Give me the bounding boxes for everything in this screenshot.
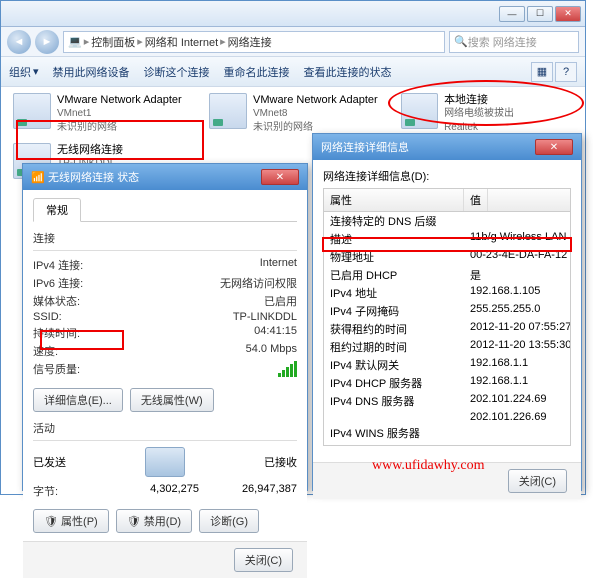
adapter-vmnet8[interactable]: VMware Network Adapter VMnet8 未识别的网络 bbox=[209, 93, 409, 135]
dialog-title-bar: 📶 无线网络连接 状态 ✕ bbox=[23, 164, 307, 190]
crumb-control-panel[interactable]: 控制面板 bbox=[91, 34, 135, 50]
tool-organize[interactable]: 组织 ▾ bbox=[9, 64, 39, 80]
back-button[interactable]: ◄ bbox=[7, 30, 31, 54]
adapter-icon bbox=[401, 93, 438, 129]
dialog-close-button[interactable]: ✕ bbox=[535, 139, 573, 155]
wifi-icon: 📶 bbox=[31, 171, 45, 184]
dialog-close-button[interactable]: ✕ bbox=[261, 169, 299, 185]
network-icon: 💻 bbox=[68, 35, 82, 48]
tool-disable[interactable]: 禁用此网络设备 bbox=[53, 64, 130, 80]
signal-bars bbox=[270, 361, 297, 380]
details-header-label: 网络连接详细信息(D): bbox=[323, 168, 571, 184]
status-close-button[interactable]: 关闭(C) bbox=[234, 548, 293, 572]
table-row: IPv4 DNS 服务器202.101.224.69 bbox=[324, 392, 570, 410]
table-row: 连接特定的 DNS 后缀 bbox=[324, 212, 570, 230]
crumb-net-connections[interactable]: 网络连接 bbox=[228, 34, 272, 50]
table-row: IPv4 地址192.168.1.105 bbox=[324, 284, 570, 302]
group-activity: 活动 bbox=[33, 420, 297, 436]
breadcrumb[interactable]: 💻 ▸ 控制面板 ▸ 网络和 Internet ▸ 网络连接 bbox=[63, 31, 445, 53]
table-row: 租约过期的时间2012-11-20 13:55:30 bbox=[324, 338, 570, 356]
help-icon[interactable]: ? bbox=[555, 62, 577, 82]
props-button[interactable]: 🛡 属性(P) bbox=[33, 509, 109, 533]
disable-button[interactable]: 🛡 禁用(D) bbox=[116, 509, 192, 533]
adapter-icon bbox=[209, 93, 247, 129]
maximize-button[interactable]: ☐ bbox=[527, 6, 553, 22]
adapter-icon bbox=[13, 93, 51, 129]
details-close-button[interactable]: 关闭(C) bbox=[508, 469, 567, 493]
toolbar: 组织 ▾ 禁用此网络设备 诊断这个连接 重命名此连接 查看此连接的状态 ▦ ? bbox=[1, 57, 585, 87]
search-input[interactable]: 🔍 搜索 网络连接 bbox=[449, 31, 579, 53]
dialog-title-bar: 网络连接详细信息 ✕ bbox=[313, 134, 581, 160]
network-details-dialog: 网络连接详细信息 ✕ 网络连接详细信息(D): 属性 值 连接特定的 DNS 后… bbox=[312, 133, 582, 491]
table-row: IPv4 默认网关192.168.1.1 bbox=[324, 356, 570, 374]
activity-icon bbox=[145, 447, 185, 477]
tab-row: 常规 bbox=[33, 198, 297, 222]
tool-rename[interactable]: 重命名此连接 bbox=[224, 64, 290, 80]
view-icon[interactable]: ▦ bbox=[531, 62, 553, 82]
details-table: 属性 值 连接特定的 DNS 后缀描述11b/g Wireless LAN Mi… bbox=[323, 188, 571, 446]
chevron-down-icon: ▾ bbox=[33, 65, 39, 78]
table-row: 202.101.226.69 bbox=[324, 410, 570, 424]
tool-view-status[interactable]: 查看此连接的状态 bbox=[304, 64, 392, 80]
title-bar: — ☐ ✕ bbox=[1, 1, 585, 27]
table-row: 已启用 NetBIOS ove...是 bbox=[324, 442, 570, 446]
diag-button[interactable]: 诊断(G) bbox=[199, 509, 259, 533]
forward-button[interactable]: ► bbox=[35, 30, 59, 54]
wireless-props-button[interactable]: 无线属性(W) bbox=[130, 388, 214, 412]
table-row: 描述11b/g Wireless LAN Mini PCI Ex bbox=[324, 230, 570, 248]
group-connection: 连接 bbox=[33, 230, 297, 246]
minimize-button[interactable]: — bbox=[499, 6, 525, 22]
close-button[interactable]: ✕ bbox=[555, 6, 581, 22]
table-row: IPv4 WINS 服务器 bbox=[324, 424, 570, 442]
table-row: 已启用 DHCP是 bbox=[324, 266, 570, 284]
table-row: IPv4 DHCP 服务器192.168.1.1 bbox=[324, 374, 570, 392]
table-row: IPv4 子网掩码255.255.255.0 bbox=[324, 302, 570, 320]
tool-diagnose[interactable]: 诊断这个连接 bbox=[144, 64, 210, 80]
wireless-status-dialog: 📶 无线网络连接 状态 ✕ 常规 连接 IPv4 连接:Internet IPv… bbox=[22, 163, 308, 491]
table-row: 物理地址00-23-4E-DA-FA-12 bbox=[324, 248, 570, 266]
watermark: www.ufidawhy.com bbox=[372, 458, 485, 474]
adapter-vmnet1[interactable]: VMware Network Adapter VMnet1 未识别的网络 bbox=[13, 93, 213, 135]
details-button[interactable]: 详细信息(E)... bbox=[33, 388, 123, 412]
tab-general[interactable]: 常规 bbox=[33, 198, 81, 222]
table-row: 获得租约的时间2012-11-20 07:55:27 bbox=[324, 320, 570, 338]
crumb-net-internet[interactable]: 网络和 Internet bbox=[145, 34, 218, 50]
address-bar: ◄ ► 💻 ▸ 控制面板 ▸ 网络和 Internet ▸ 网络连接 🔍 搜索 … bbox=[1, 27, 585, 57]
search-icon: 🔍 bbox=[454, 35, 468, 48]
